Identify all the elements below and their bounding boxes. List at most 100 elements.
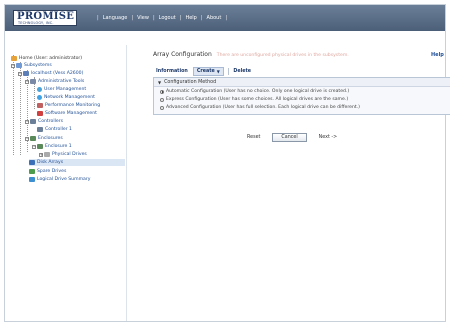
tree-item-label: Subsystems (24, 63, 52, 68)
tree-item-label: Administrative Tools (38, 79, 85, 84)
host-icon (23, 71, 29, 76)
radio-advanced[interactable] (160, 105, 164, 110)
nav-separator: | (97, 15, 99, 21)
nav-help-link[interactable]: Help (185, 15, 196, 21)
tree-item-label: Controllers (38, 119, 63, 124)
collapse-toggle-icon[interactable]: − (25, 136, 29, 141)
radio-express[interactable] (160, 97, 164, 102)
tools-icon (30, 79, 36, 84)
tab-bar: Information Create ▼ Delete (153, 67, 254, 76)
tree-item-localhost[interactable]: − localhost (Vess A2600) (18, 70, 83, 77)
tree-item-label: Network Management (44, 95, 95, 100)
tree-item-disk-arrays[interactable]: Disk Arrays (29, 159, 125, 166)
panel-title: Configuration Method (164, 79, 217, 85)
performance-chart-icon (37, 103, 43, 108)
tab-create[interactable]: Create ▼ (192, 67, 224, 76)
option-express[interactable]: Express Configuration (User has some cho… (160, 97, 348, 102)
software-icon (37, 111, 43, 116)
tree-item-enclosures[interactable]: − Enclosures (25, 135, 63, 142)
tree-item-network-management[interactable]: Network Management (37, 94, 95, 101)
tree-item-admin-tools[interactable]: − Administrative Tools (25, 78, 84, 85)
nav-about-link[interactable]: About (207, 15, 222, 21)
tree-item-controllers[interactable]: − Controllers (25, 118, 63, 125)
main-content: Array Configuration There are unconfigure… (131, 45, 450, 321)
collapse-toggle-icon[interactable]: − (11, 63, 15, 68)
enclosure-icon (30, 136, 36, 141)
drive-icon (44, 152, 50, 157)
next-button[interactable]: Next -> (311, 133, 345, 142)
tab-create-label: Create (196, 69, 215, 74)
tree-item-performance-monitoring[interactable]: Performance Monitoring (37, 102, 100, 109)
header-bar: PROMISE TECHNOLOGY, INC. | Language | Vi… (5, 5, 445, 31)
spare-drive-icon (29, 169, 35, 174)
navigation-tree: Home (User: administrator) − Subsystems … (7, 45, 127, 321)
reset-button[interactable]: Reset (239, 133, 268, 142)
nav-view-link[interactable]: View (137, 15, 149, 21)
nav-separator: | (131, 15, 134, 21)
controller-icon (30, 119, 36, 124)
option-label: Advanced Configuration (User has full se… (166, 105, 360, 110)
logo-sub-text: TECHNOLOGY, INC. (18, 21, 54, 25)
nav-separator: | (200, 15, 203, 21)
tree-item-logical-drive-summary[interactable]: Logical Drive Summary (29, 176, 90, 183)
tree-item-controller-1[interactable]: Controller 1 (37, 126, 72, 133)
nav-separator: | (152, 15, 155, 21)
action-buttons: Reset Cancel Next -> (239, 133, 345, 142)
nav-separator: | (225, 15, 228, 21)
tree-connector (13, 55, 14, 155)
collapse-toggle-icon[interactable]: − (32, 144, 36, 149)
enclosure-icon (37, 144, 43, 149)
tree-item-software-management[interactable]: Software Management (37, 110, 97, 117)
nav-separator: | (179, 15, 182, 21)
network-icon (37, 95, 42, 100)
tree-item-label: Logical Drive Summary (37, 177, 91, 182)
option-automatic[interactable]: Automatic Configuration (User has no cho… (160, 89, 349, 94)
tree-item-label: Controller 1 (45, 127, 72, 132)
warning-note: There are unconfigured physical drives i… (216, 53, 349, 58)
tree-item-label: Home (User: administrator) (19, 56, 83, 61)
home-icon (11, 56, 17, 61)
user-icon (37, 87, 42, 92)
configuration-method-panel: ▼ Configuration Method Automatic Configu… (153, 77, 450, 115)
page-title-text: Array Configuration (153, 51, 212, 58)
subsystems-icon (16, 63, 22, 68)
top-nav: | Language | View | Logout | Help | Abou… (93, 15, 231, 21)
tree-item-label: Enclosures (38, 136, 63, 141)
collapse-toggle-icon[interactable]: − (18, 71, 22, 76)
tree-item-label: Enclosure 1 (45, 144, 72, 149)
tree-item-label: localhost (Vess A2600) (31, 71, 84, 76)
collapse-toggle-icon[interactable]: − (25, 79, 29, 84)
tab-information[interactable]: Information (153, 68, 191, 75)
page-title: Array Configuration There are unconfigure… (153, 51, 349, 58)
nav-language-link[interactable]: Language (103, 15, 128, 21)
tree-item-label: Software Management (45, 111, 97, 116)
cancel-button[interactable]: Cancel (272, 133, 307, 142)
tab-delete[interactable]: Delete (230, 68, 254, 75)
collapse-toggle-icon[interactable]: − (25, 119, 29, 124)
tree-item-enclosure-1[interactable]: − Enclosure 1 (32, 143, 72, 150)
tree-item-label: User Management (44, 87, 87, 92)
tree-item-label: Physical Drives (52, 152, 87, 157)
tree-item-physical-drives[interactable]: + Physical Drives (39, 151, 87, 158)
tree-item-label: Disk Arrays (37, 160, 64, 165)
tab-divider (227, 68, 229, 75)
option-label: Automatic Configuration (User has no cho… (166, 89, 350, 94)
expand-toggle-icon[interactable]: + (39, 152, 43, 157)
option-advanced[interactable]: Advanced Configuration (User has full se… (160, 105, 360, 110)
dropdown-arrow-icon[interactable]: ▼ (217, 69, 220, 74)
tree-item-label: Spare Drives (37, 169, 67, 174)
promise-logo: PROMISE TECHNOLOGY, INC. (13, 10, 77, 26)
app-frame: PROMISE TECHNOLOGY, INC. | Language | Vi… (4, 4, 450, 322)
tree-item-user-management[interactable]: User Management (37, 86, 86, 93)
help-link[interactable]: Help (431, 52, 444, 58)
collapse-arrow-icon[interactable]: ▼ (158, 80, 161, 85)
tree-item-subsystems[interactable]: − Subsystems (11, 62, 52, 69)
panel-header[interactable]: ▼ Configuration Method (154, 78, 450, 87)
tree-item-spare-drives[interactable]: Spare Drives (29, 168, 66, 175)
nav-logout-link[interactable]: Logout (159, 15, 176, 21)
option-label: Express Configuration (User has some cho… (166, 97, 349, 102)
logical-drive-icon (29, 177, 35, 182)
controller-icon (37, 127, 43, 132)
radio-automatic[interactable] (160, 89, 164, 94)
tree-item-home[interactable]: Home (User: administrator) (11, 55, 82, 62)
